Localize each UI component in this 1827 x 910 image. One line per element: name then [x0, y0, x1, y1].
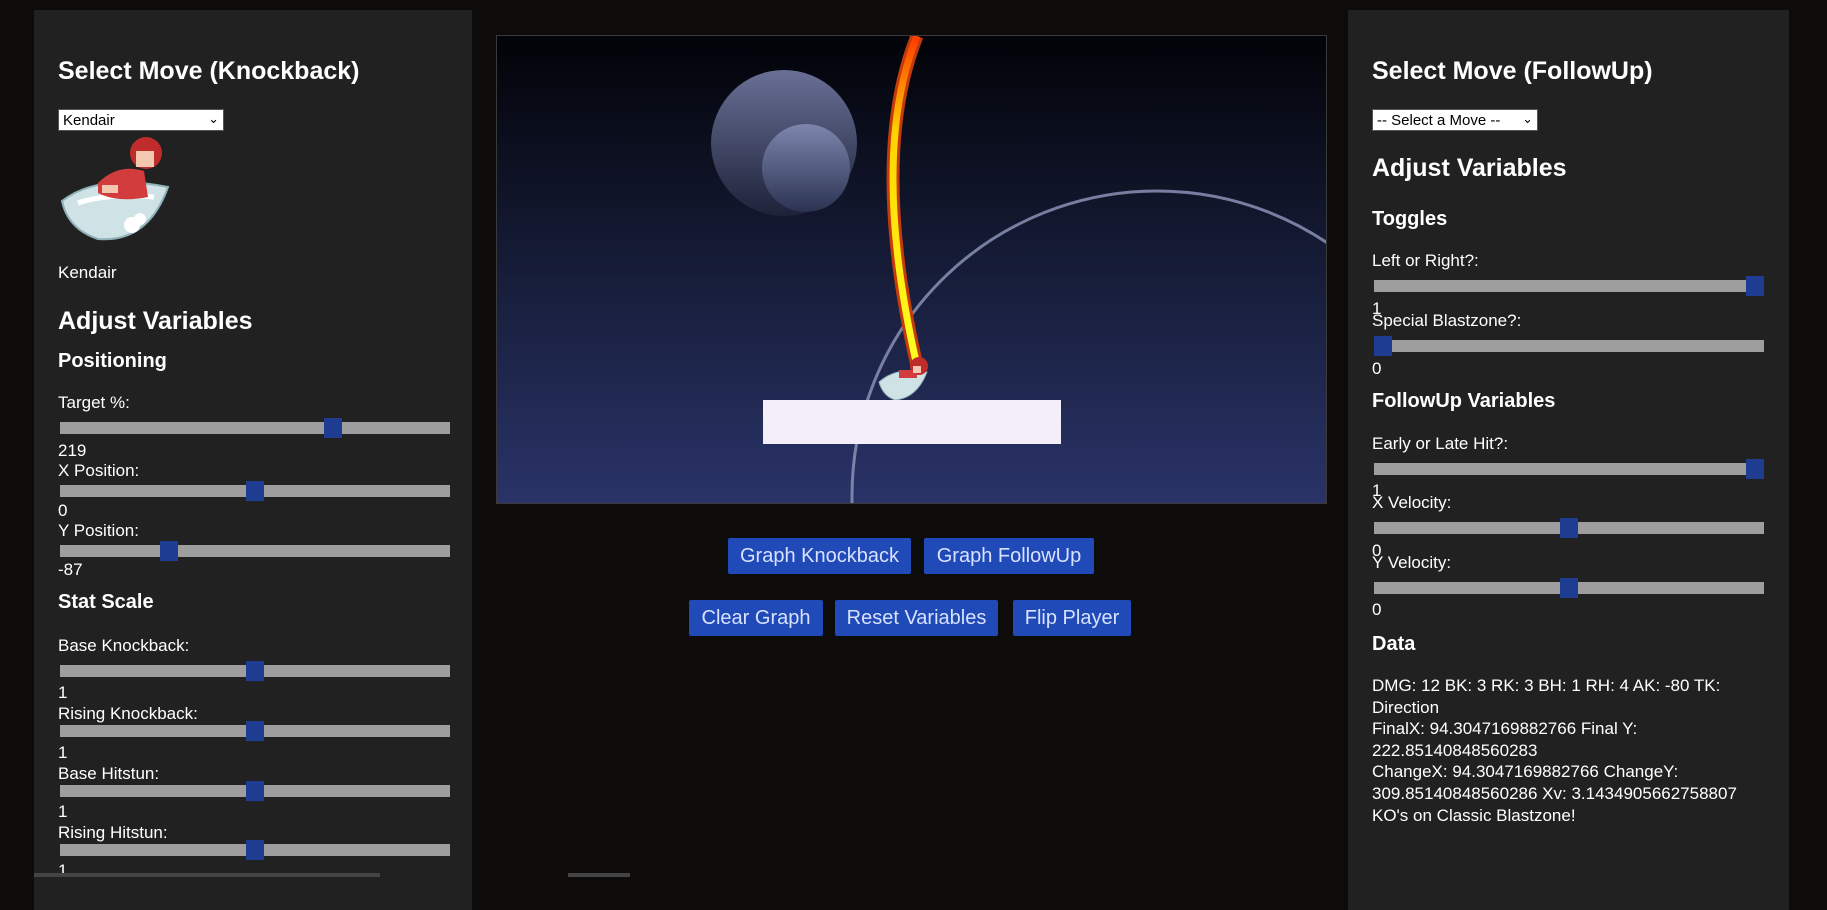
data-output: DMG: 12 BK: 3 RK: 3 BH: 1 RH: 4 AK: -80 … [1372, 675, 1762, 826]
x-velocity-label: X Velocity: [1372, 493, 1452, 512]
reset-variables-button[interactable]: Reset Variables [835, 600, 998, 636]
rising-hitstun-label: Rising Hitstun: [58, 823, 168, 842]
slider-thumb[interactable] [246, 721, 264, 741]
blastzone-circle [850, 189, 1326, 503]
horizontal-scrollbar[interactable] [34, 873, 380, 877]
knockback-move-select[interactable]: Kendair ⌄ [58, 109, 224, 131]
target-percent-value: 219 [58, 441, 87, 460]
clear-graph-button[interactable]: Clear Graph [689, 600, 823, 636]
slider-thumb[interactable] [246, 840, 264, 860]
x-position-slider[interactable] [60, 481, 450, 501]
followup-adjust-heading: Adjust Variables [1372, 154, 1567, 182]
knockback-adjust-heading: Adjust Variables [58, 307, 253, 335]
slider-thumb[interactable] [324, 418, 343, 438]
followup-move-select-value: -- Select a Move -- [1377, 112, 1501, 129]
base-knockback-value: 1 [58, 683, 68, 702]
data-line: ChangeX: 94.3047169882766 ChangeY: [1372, 762, 1679, 782]
knockback-panel: Select Move (Knockback) Kendair ⌄ Kendai… [34, 10, 472, 910]
target-percent-label: Target %: [58, 393, 130, 412]
data-line: KO's on Classic Blastzone! [1372, 805, 1576, 825]
rising-knockback-value: 1 [58, 743, 68, 762]
base-knockback-slider[interactable] [60, 661, 450, 681]
data-line: 309.85140848560286 Xv: 3.143490566275880… [1372, 783, 1737, 803]
base-hitstun-slider[interactable] [60, 781, 450, 801]
x-position-label: X Position: [58, 461, 140, 480]
rising-hitstun-value: 1 [58, 861, 68, 880]
slider-thumb[interactable] [1746, 276, 1764, 296]
y-velocity-slider[interactable] [1374, 578, 1764, 598]
slider-thumb[interactable] [1560, 578, 1578, 598]
data-line: Direction [1372, 697, 1440, 717]
rising-knockback-slider[interactable] [60, 721, 450, 741]
stat-scale-heading: Stat Scale [58, 591, 154, 613]
knockback-move-name: Kendair [58, 263, 117, 282]
left-or-right-slider[interactable] [1374, 276, 1764, 296]
data-line: DMG: 12 BK: 3 RK: 3 BH: 1 RH: 4 AK: -80 … [1372, 676, 1721, 695]
knockback-move-select-value: Kendair [63, 112, 115, 129]
move-character-image [58, 133, 176, 245]
y-position-slider[interactable] [60, 541, 450, 561]
base-knockback-label: Base Knockback: [58, 636, 190, 655]
stage-canvas[interactable] [496, 35, 1327, 504]
special-blastzone-slider[interactable] [1374, 336, 1764, 356]
slider-thumb[interactable] [1374, 336, 1392, 356]
player-character [878, 357, 928, 401]
rising-knockback-label: Rising Knockback: [58, 704, 198, 723]
y-position-value: -87 [58, 560, 83, 579]
positioning-heading: Positioning [58, 350, 167, 372]
base-hitstun-label: Base Hitstun: [58, 764, 160, 783]
graph-followup-button[interactable]: Graph FollowUp [924, 538, 1094, 574]
y-position-label: Y Position: [58, 521, 139, 540]
x-velocity-slider[interactable] [1374, 518, 1764, 538]
slider-thumb[interactable] [1560, 518, 1578, 538]
slider-thumb[interactable] [246, 661, 264, 681]
x-position-value: 0 [58, 501, 68, 520]
y-velocity-label: Y Velocity: [1372, 553, 1452, 572]
graph-knockback-button[interactable]: Graph Knockback [728, 538, 911, 574]
rising-hitstun-slider[interactable] [60, 840, 450, 860]
target-percent-slider[interactable] [60, 418, 450, 438]
special-blastzone-label: Special Blastzone?: [1372, 311, 1522, 330]
data-heading: Data [1372, 633, 1416, 655]
special-blastzone-value: 0 [1372, 359, 1382, 378]
chevron-down-icon: ⌄ [208, 111, 219, 126]
y-velocity-value: 0 [1372, 600, 1382, 619]
knockback-heading: Select Move (Knockback) [58, 57, 360, 85]
slider-thumb[interactable] [246, 781, 264, 801]
chevron-down-icon: ⌄ [1522, 111, 1533, 126]
data-line: FinalX: 94.3047169882766 Final Y: [1372, 719, 1638, 739]
stage-platform [763, 400, 1061, 444]
slider-thumb[interactable] [246, 481, 264, 501]
left-or-right-label: Left or Right?: [1372, 251, 1479, 270]
scroll-thumb[interactable] [568, 873, 630, 877]
followup-variables-heading: FollowUp Variables [1372, 390, 1556, 412]
early-or-late-label: Early or Late Hit?: [1372, 434, 1509, 453]
moon-small [762, 124, 850, 212]
data-line: 222.85140848560283 [1372, 740, 1538, 760]
early-or-late-slider[interactable] [1374, 459, 1764, 479]
followup-move-select[interactable]: -- Select a Move -- ⌄ [1372, 109, 1538, 131]
followup-heading: Select Move (FollowUp) [1372, 57, 1653, 85]
followup-panel: Select Move (FollowUp) -- Select a Move … [1348, 10, 1789, 910]
flip-player-button[interactable]: Flip Player [1013, 600, 1131, 636]
toggles-heading: Toggles [1372, 208, 1448, 230]
slider-thumb[interactable] [1746, 459, 1764, 479]
base-hitstun-value: 1 [58, 802, 68, 821]
slider-thumb[interactable] [160, 541, 179, 561]
